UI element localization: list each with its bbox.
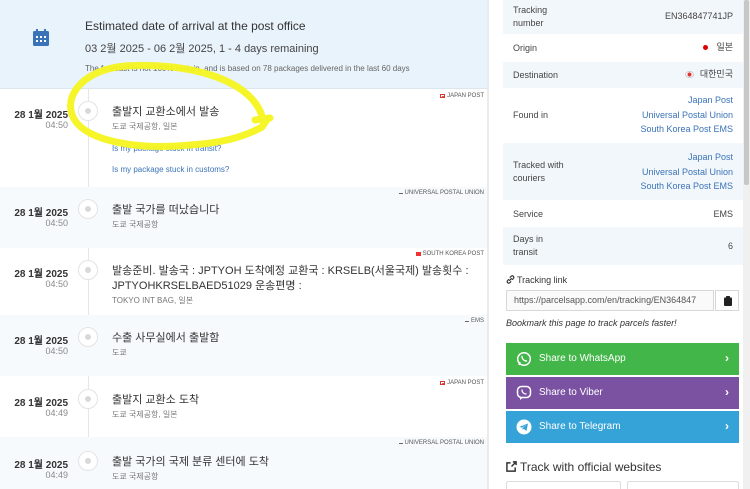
clipboard-icon (724, 296, 732, 306)
tracked-with-couriers: Japan Post Universal Postal Union South … (640, 150, 733, 194)
tracking-link-input[interactable]: https://parcelsapp.com/en/tracking/EN364… (506, 290, 714, 311)
link-icon (506, 275, 515, 284)
days-in-transit-label: Days in transit (513, 234, 544, 257)
official-site-button[interactable] (506, 481, 621, 489)
courier-link-japan-post[interactable]: Japan Post (640, 93, 733, 108)
page-scrollbar[interactable] (743, 0, 750, 489)
external-link-icon (506, 461, 517, 472)
left-scrollbar[interactable] (487, 0, 489, 489)
telegram-icon (516, 419, 532, 435)
viber-icon (516, 385, 532, 400)
origin-value: 일본 (703, 40, 733, 55)
official-site-button[interactable] (627, 481, 739, 489)
tracking-events-panel: Estimated date of arrival at the post of… (0, 0, 487, 489)
service-label: Service (513, 209, 544, 219)
service-value: EMS (713, 209, 733, 219)
origin-label: Origin (513, 43, 538, 53)
tracking-number-value: EN364847741JP (664, 11, 733, 21)
destination-label: Destination (513, 70, 559, 80)
days-in-transit-row: Days in transit 6 (503, 227, 743, 265)
tracked-with-label: Tracked with couriers (513, 160, 564, 183)
chevron-right-icon: › (725, 351, 729, 365)
tracking-number-row: Tracking number EN364847741JP (503, 0, 743, 34)
share-telegram-label: Share to Telegram (539, 421, 621, 432)
copy-link-button[interactable] (715, 290, 739, 311)
korea-flag-icon (684, 71, 694, 79)
japan-flag-icon (703, 45, 709, 51)
destination-row: Destination 대한민국 (503, 62, 743, 88)
found-in-label: Found in (513, 110, 549, 120)
share-telegram-button[interactable]: Share to Telegram › (506, 411, 739, 443)
chevron-right-icon: › (725, 385, 729, 399)
courier-link-kr-ems[interactable]: South Korea Post EMS (640, 122, 733, 137)
courier-link-upu[interactable]: Universal Postal Union (640, 108, 733, 123)
tracking-number-label: Tracking number (513, 5, 548, 28)
origin-row: Origin 일본 (503, 34, 743, 62)
found-in-row: Found in Japan Post Universal Postal Uni… (503, 88, 743, 143)
found-in-couriers: Japan Post Universal Postal Union South … (640, 93, 733, 137)
highlight-annotation (67, 61, 274, 150)
tracked-with-row: Tracked with couriers Japan Post Univers… (503, 143, 743, 200)
days-in-transit-value: 6 (727, 241, 733, 251)
destination-value: 대한민국 (684, 67, 733, 82)
tracking-link-label: Tracking link (506, 275, 567, 285)
chevron-right-icon: › (725, 419, 729, 433)
share-whatsapp-label: Share to WhatsApp (539, 353, 626, 364)
parcel-info-panel: Tracking number EN364847741JP Origin 일본 … (503, 0, 743, 489)
service-row: Service EMS (503, 200, 743, 227)
bookmark-hint: Bookmark this page to track parcels fast… (506, 318, 677, 328)
share-whatsapp-button[interactable]: Share to WhatsApp › (506, 343, 739, 375)
official-websites-title: Track with official websites (506, 460, 661, 474)
courier-link-kr-ems[interactable]: South Korea Post EMS (640, 179, 733, 194)
share-viber-button[interactable]: Share to Viber › (506, 377, 739, 409)
courier-link-japan-post[interactable]: Japan Post (640, 150, 733, 165)
whatsapp-icon (516, 351, 532, 367)
share-viber-label: Share to Viber (539, 387, 603, 398)
courier-link-upu[interactable]: Universal Postal Union (640, 165, 733, 180)
